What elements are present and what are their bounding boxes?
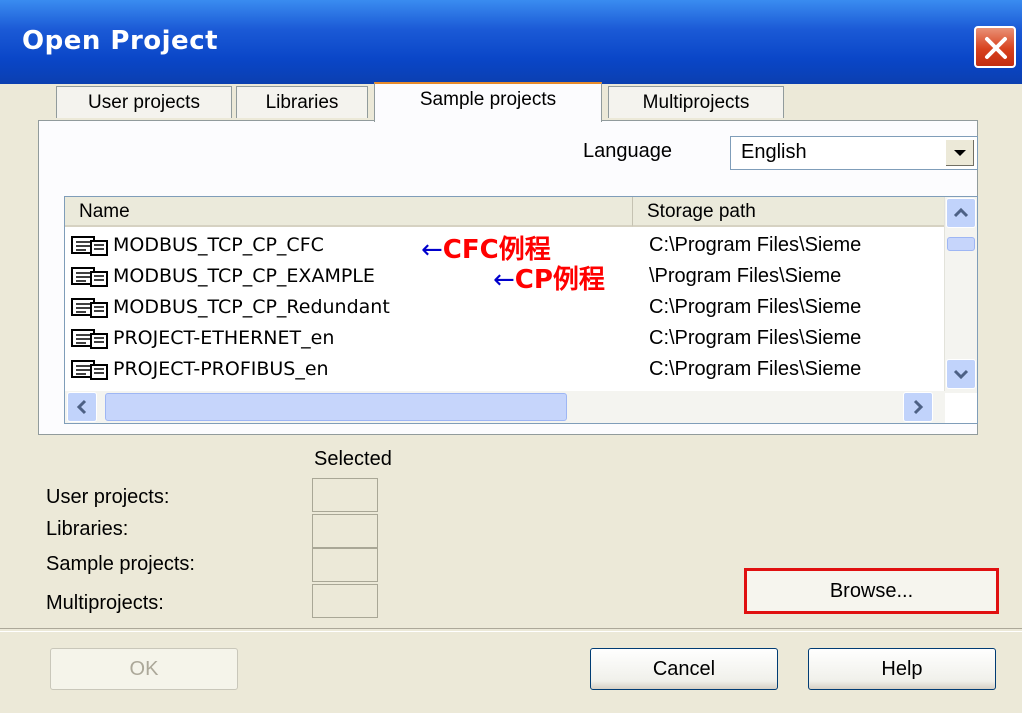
close-icon [985, 37, 1007, 59]
project-name: MODBUS_TCP_CP_Redundant [113, 296, 390, 318]
sample-projects-count [312, 548, 378, 582]
project-path: \Program Files\Sieme [649, 265, 842, 287]
horizontal-scroll-thumb[interactable] [105, 393, 567, 421]
arrow-left-icon: ← [493, 265, 515, 295]
multiprojects-label: Multiprojects: [46, 592, 164, 614]
tab-sample-projects[interactable]: Sample projects [374, 82, 602, 122]
scroll-up-button[interactable] [946, 198, 976, 228]
annotation-cp: ←CP例程 [493, 259, 605, 296]
project-path: C:\Program Files\Sieme [649, 327, 862, 349]
tab-multiprojects[interactable]: Multiprojects [608, 86, 784, 118]
vertical-scrollbar[interactable] [944, 197, 977, 393]
column-header-storage-path[interactable]: Storage path [633, 197, 945, 227]
list-item[interactable]: PROJECT-ETHERNET_en C:\Program Files\Sie… [65, 322, 945, 354]
chevron-up-icon [953, 207, 969, 218]
project-icon [71, 267, 108, 287]
column-header-name[interactable]: Name [65, 197, 633, 227]
browse-button[interactable]: Browse... [744, 568, 999, 614]
project-icon [71, 360, 108, 380]
chevron-down-icon [953, 369, 969, 380]
tab-user-projects[interactable]: User projects [56, 86, 232, 118]
project-path: C:\Program Files\Sieme [649, 358, 862, 380]
libraries-label: Libraries: [46, 518, 129, 540]
window-title: Open Project [22, 26, 219, 56]
project-icon [71, 329, 108, 349]
title-bar: Open Project [0, 0, 1022, 84]
scroll-left-button[interactable] [67, 392, 97, 422]
ok-button[interactable]: OK [50, 648, 238, 690]
chevron-down-icon [954, 150, 966, 156]
multiprojects-count [312, 584, 378, 618]
project-path: C:\Program Files\Sieme [649, 234, 862, 256]
project-path: C:\Program Files\Sieme [649, 296, 862, 318]
list-item[interactable]: PROJECT-PROFIBUS_en C:\Program Files\Sie… [65, 353, 945, 385]
tab-libraries[interactable]: Libraries [236, 86, 368, 118]
annotation-text: CP例程 [514, 265, 605, 295]
user-projects-label: User projects: [46, 486, 170, 508]
close-button[interactable] [974, 26, 1016, 68]
chevron-right-icon [913, 399, 924, 415]
scroll-down-button[interactable] [946, 359, 976, 389]
chevron-left-icon [76, 399, 87, 415]
arrow-left-icon: ← [421, 235, 443, 265]
user-projects-count [312, 478, 378, 512]
libraries-count [312, 514, 378, 548]
project-name: MODBUS_TCP_CP_CFC [113, 234, 324, 256]
project-list[interactable]: Name Storage path MODBUS_TCP_CP_CFC C:\P… [64, 196, 978, 424]
dropdown-button[interactable] [945, 139, 975, 167]
project-name: PROJECT-PROFIBUS_en [113, 358, 329, 380]
vertical-scroll-thumb[interactable] [947, 237, 975, 251]
project-icon [71, 236, 108, 256]
divider [0, 628, 1022, 632]
language-select[interactable]: English [730, 136, 978, 170]
help-button[interactable]: Help [808, 648, 996, 690]
project-icon [71, 298, 108, 318]
selected-header: Selected [314, 448, 392, 470]
horizontal-scrollbar[interactable] [65, 391, 945, 423]
language-label: Language [583, 140, 672, 162]
scroll-right-button[interactable] [903, 392, 933, 422]
project-name: PROJECT-ETHERNET_en [113, 327, 335, 349]
cancel-button[interactable]: Cancel [590, 648, 778, 690]
project-name: MODBUS_TCP_CP_EXAMPLE [113, 265, 375, 287]
language-value: English [741, 141, 807, 163]
sample-projects-label: Sample projects: [46, 553, 195, 575]
